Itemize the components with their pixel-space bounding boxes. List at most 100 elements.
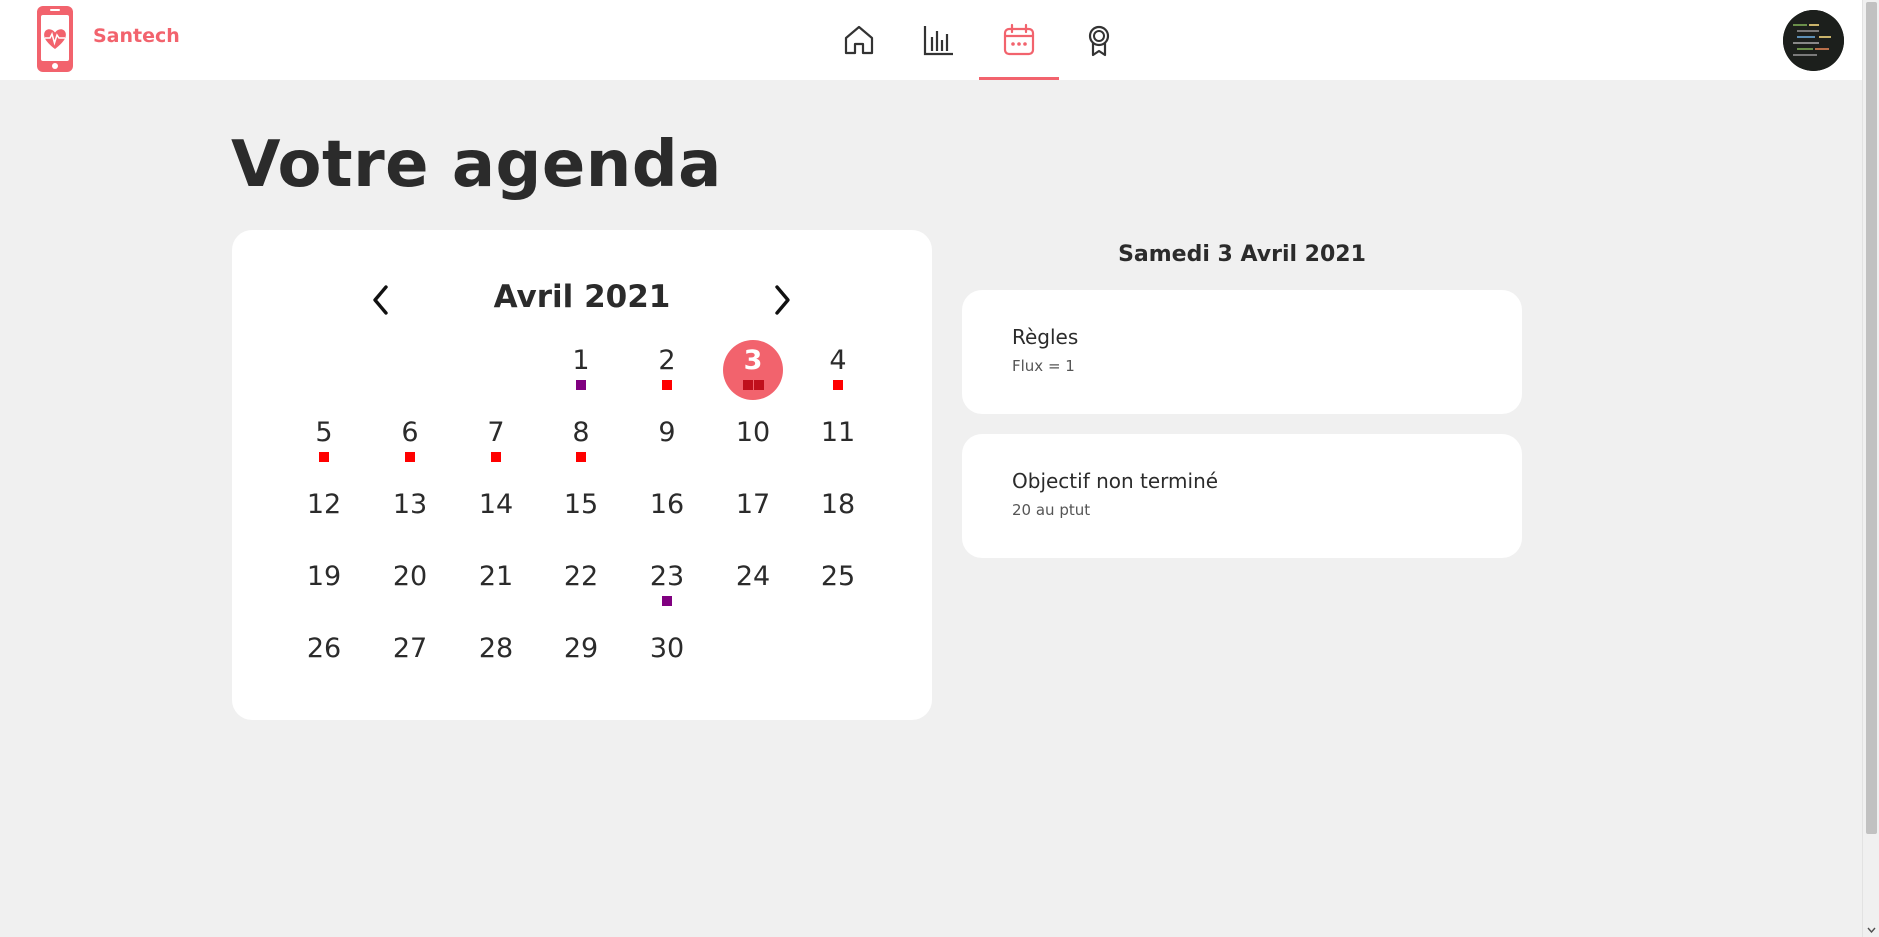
calendar-day[interactable]: 19 — [294, 550, 354, 610]
calendar-day-number: 6 — [401, 417, 419, 448]
nav-home[interactable] — [819, 0, 899, 80]
calendar-day[interactable]: 21 — [466, 550, 526, 610]
day-markers — [808, 380, 868, 390]
calendar-day[interactable]: 20 — [380, 550, 440, 610]
calendar-day[interactable]: 8 — [551, 406, 611, 466]
calendar-day[interactable]: 27 — [380, 622, 440, 682]
nav-rewards[interactable] — [1059, 0, 1139, 80]
calendar-day-number: 20 — [392, 561, 428, 592]
user-avatar[interactable] — [1783, 10, 1844, 71]
top-header: Santech — [0, 0, 1862, 80]
calendar-month-label: Avril 2021 — [493, 279, 671, 315]
event-marker — [833, 380, 843, 390]
calendar-day-number: 7 — [487, 417, 505, 448]
calendar-day[interactable]: 18 — [808, 478, 868, 538]
page-scrollbar[interactable] — [1862, 0, 1879, 937]
calendar-icon — [1003, 23, 1035, 56]
award-icon — [1088, 25, 1110, 57]
scrollbar-thumb[interactable] — [1866, 2, 1877, 834]
calendar-day-number: 10 — [735, 417, 771, 448]
event-card[interactable]: Objectif non terminé 20 au ptut — [962, 434, 1522, 558]
calendar-day-number: 5 — [315, 417, 333, 448]
calendar-day-number: 3 — [743, 345, 763, 376]
calendar-day[interactable]: 9 — [637, 406, 697, 466]
calendar-day-number: 15 — [563, 489, 599, 520]
calendar-day-number: 23 — [649, 561, 685, 592]
event-marker — [405, 452, 415, 462]
calendar-day-number: 24 — [735, 561, 771, 592]
calendar-day[interactable]: 22 — [551, 550, 611, 610]
event-marker — [753, 380, 764, 390]
calendar-day-number: 25 — [820, 561, 856, 592]
brand-name[interactable]: Santech — [93, 25, 180, 47]
calendar-day[interactable]: 28 — [466, 622, 526, 682]
calendar-day[interactable]: 15 — [551, 478, 611, 538]
event-marker — [576, 380, 586, 390]
calendar-day-number: 8 — [572, 417, 590, 448]
chart-icon — [923, 26, 953, 56]
calendar-day[interactable]: 24 — [723, 550, 783, 610]
calendar-day-number: 16 — [649, 489, 685, 520]
calendar-day-number: 13 — [392, 489, 428, 520]
calendar-day-number: 4 — [829, 345, 847, 376]
calendar-day-number: 17 — [735, 489, 771, 520]
event-marker — [742, 380, 753, 390]
event-detail: Flux = 1 — [1012, 357, 1075, 375]
calendar-day[interactable]: 17 — [723, 478, 783, 538]
calendar-day-number: 19 — [306, 561, 342, 592]
calendar-day[interactable]: 4 — [808, 334, 868, 394]
calendar-day[interactable]: 14 — [466, 478, 526, 538]
calendar-day[interactable]: 13 — [380, 478, 440, 538]
calendar-day-number: 12 — [306, 489, 342, 520]
calendar-day-number: 21 — [478, 561, 514, 592]
day-markers — [723, 380, 783, 390]
calendar-day-number: 27 — [392, 633, 428, 664]
scroll-down-arrow-icon[interactable] — [1866, 924, 1877, 935]
calendar-day-number: 9 — [658, 417, 676, 448]
calendar-day-number: 26 — [306, 633, 342, 664]
nav-agenda[interactable] — [979, 0, 1059, 80]
day-markers — [551, 452, 611, 462]
calendar-day[interactable]: 30 — [637, 622, 697, 682]
page-title: Votre agenda — [231, 128, 722, 202]
calendar-day[interactable]: 1 — [551, 334, 611, 394]
event-marker — [662, 380, 672, 390]
calendar-day-number: 29 — [563, 633, 599, 664]
selected-date-label: Samedi 3 Avril 2021 — [1118, 242, 1366, 267]
calendar-day[interactable]: 25 — [808, 550, 868, 610]
calendar-day[interactable]: 7 — [466, 406, 526, 466]
event-title: Règles — [1012, 325, 1079, 349]
event-marker — [491, 452, 501, 462]
calendar-day-selected[interactable]: 3 — [723, 334, 783, 400]
event-marker — [662, 596, 672, 606]
calendar-day[interactable]: 29 — [551, 622, 611, 682]
calendar-day[interactable]: 5 — [294, 406, 354, 466]
home-icon — [844, 25, 874, 55]
event-detail: 20 au ptut — [1012, 501, 1091, 519]
calendar-day-number: 14 — [478, 489, 514, 520]
calendar-day-number: 2 — [658, 345, 676, 376]
day-markers — [637, 596, 697, 606]
calendar-day[interactable]: 6 — [380, 406, 440, 466]
day-markers — [294, 452, 354, 462]
calendar-day[interactable]: 26 — [294, 622, 354, 682]
event-marker — [319, 452, 329, 462]
day-markers — [466, 452, 526, 462]
calendar-day[interactable]: 11 — [808, 406, 868, 466]
next-month-button[interactable] — [762, 280, 802, 320]
santech-logo-icon[interactable] — [36, 5, 74, 73]
day-markers — [551, 380, 611, 390]
event-card[interactable]: Règles Flux = 1 — [962, 290, 1522, 414]
calendar-day-number: 18 — [820, 489, 856, 520]
calendar-day-number: 11 — [820, 417, 856, 448]
calendar-day[interactable]: 2 — [637, 334, 697, 394]
calendar-day[interactable]: 23 — [637, 550, 697, 610]
day-markers — [637, 380, 697, 390]
calendar-day[interactable]: 16 — [637, 478, 697, 538]
calendar-day-number: 1 — [572, 345, 590, 376]
calendar-day[interactable]: 10 — [723, 406, 783, 466]
calendar-day-number: 22 — [563, 561, 599, 592]
nav-stats[interactable] — [899, 0, 979, 80]
event-title: Objectif non terminé — [1012, 469, 1219, 493]
calendar-day[interactable]: 12 — [294, 478, 354, 538]
